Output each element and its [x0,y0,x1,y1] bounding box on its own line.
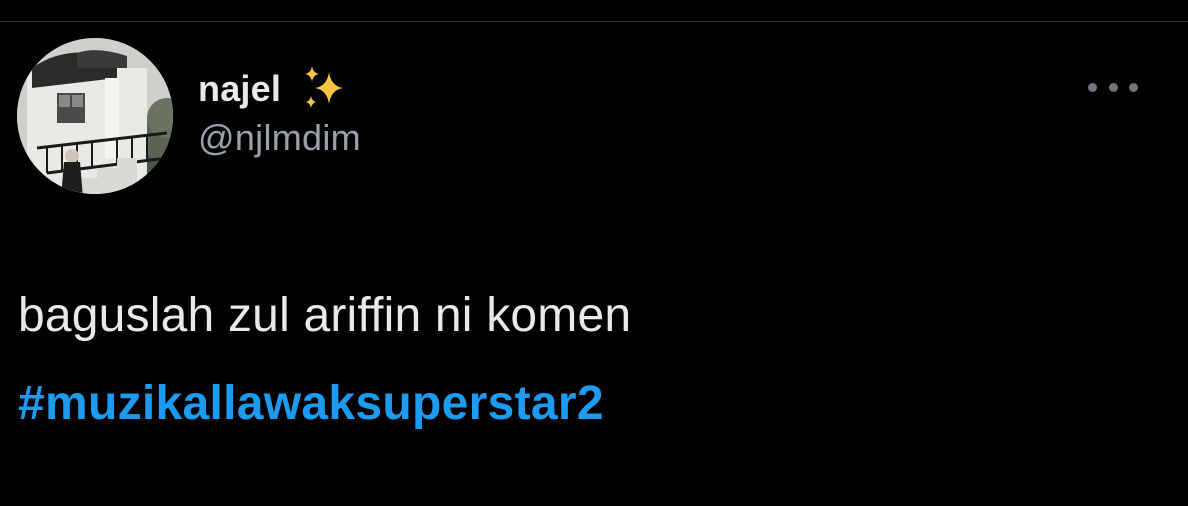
author-name-row: najel [198,65,361,113]
more-options-button[interactable] [1088,76,1138,98]
avatar-image [17,38,173,194]
sparkles-icon [299,64,349,114]
ellipsis-icon [1108,82,1118,92]
ellipsis-icon [1129,82,1138,92]
tweet-body: baguslah zul ariffin ni komen #muzikalla… [18,272,1168,448]
hashtag-link[interactable]: #muzikallawaksuperstar2 [18,360,1168,448]
ellipsis-icon [1088,82,1097,92]
tweet-author: najel @njlmdim [198,65,361,159]
author-handle[interactable]: @njlmdim [198,117,361,159]
author-display-name[interactable]: najel [198,68,281,110]
avatar[interactable] [17,38,173,194]
tweet-text: baguslah zul ariffin ni komen [18,289,632,342]
